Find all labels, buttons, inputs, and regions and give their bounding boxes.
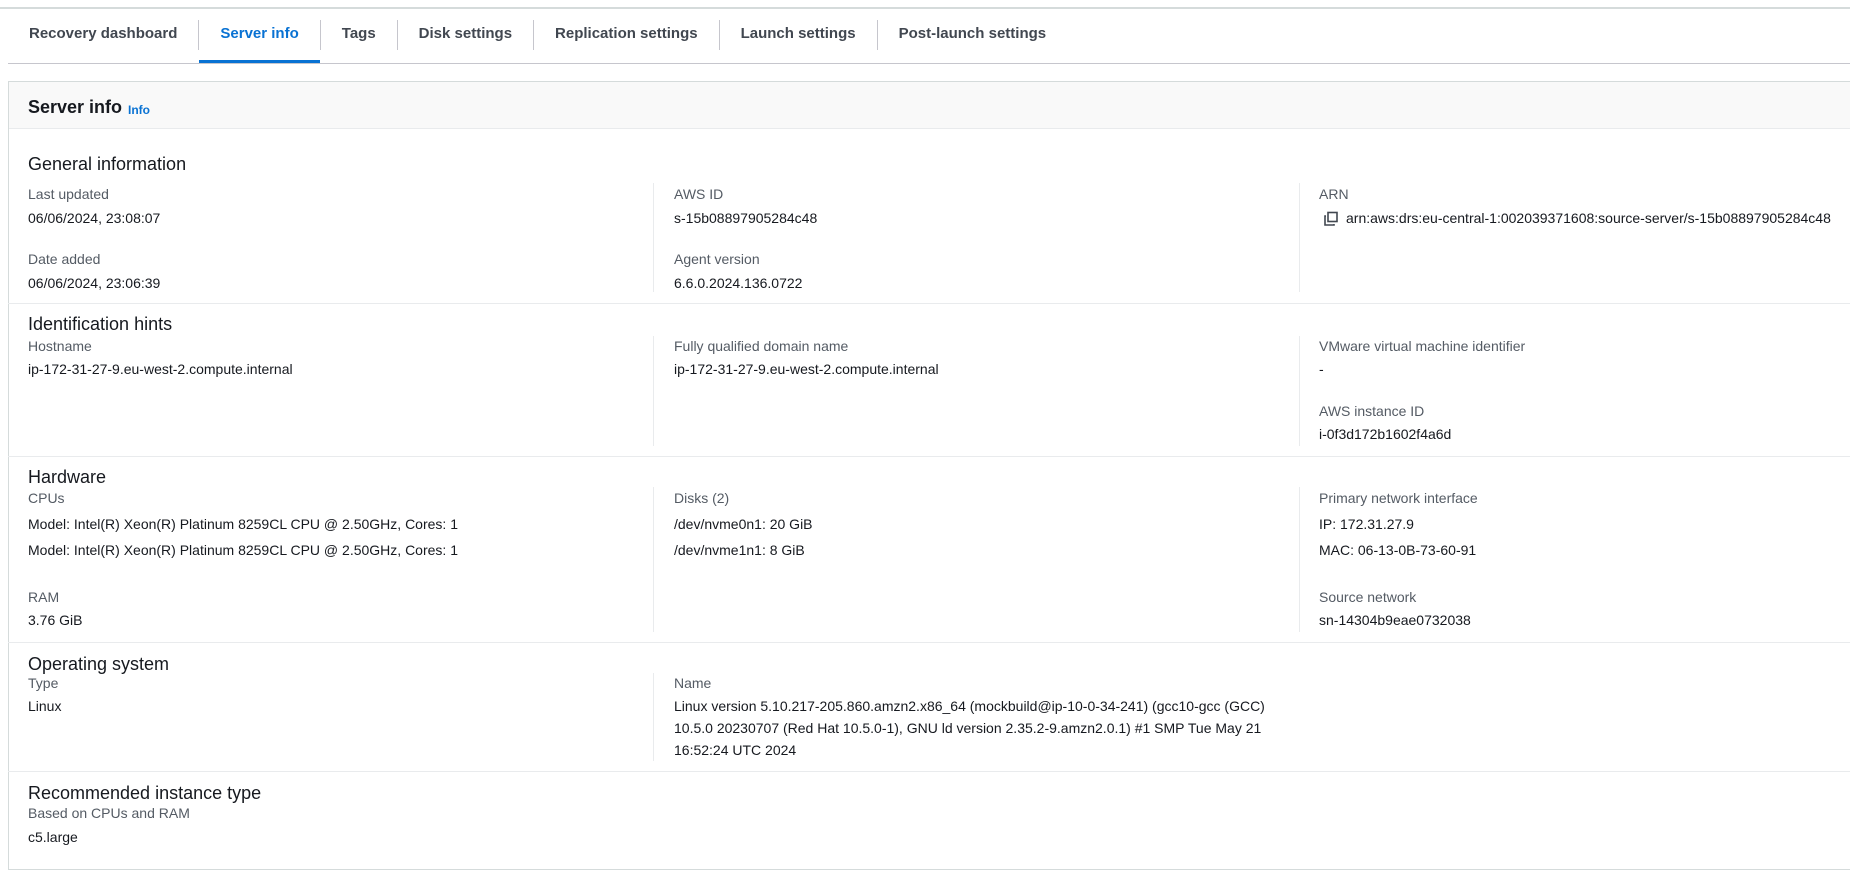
disk-item: /dev/nvme0n1: 20 GiB	[674, 516, 813, 532]
last-updated-label: Last updated	[28, 186, 109, 202]
date-added-value: 06/06/2024, 23:06:39	[28, 275, 161, 291]
tab-tags[interactable]: Tags	[321, 20, 397, 64]
column-divider	[653, 487, 654, 632]
vmware-id-label: VMware virtual machine identifier	[1319, 338, 1526, 354]
recommended-basis-label: Based on CPUs and RAM	[28, 805, 190, 821]
aws-id-label: AWS ID	[674, 186, 724, 202]
tab-post-launch-settings[interactable]: Post-launch settings	[878, 20, 1068, 64]
fqdn-label: Fully qualified domain name	[674, 338, 849, 354]
operating-system-title: Operating system	[28, 654, 170, 674]
general-information-title: General information	[28, 154, 187, 174]
aws-instance-id-value: i-0f3d172b1602f4a6d	[1319, 426, 1452, 442]
fqdn-value: ip-172-31-27-9.eu-west-2.compute.interna…	[674, 361, 939, 377]
column-divider	[653, 183, 654, 292]
info-link[interactable]: Info	[128, 103, 150, 117]
date-added-label: Date added	[28, 251, 101, 267]
top-border	[0, 7, 1850, 9]
vmware-id-value: -	[1319, 361, 1324, 377]
hardware-title: Hardware	[28, 467, 107, 487]
column-divider	[1299, 183, 1300, 292]
tab-bar: Recovery dashboard Server info Tags Disk…	[8, 20, 1067, 64]
cpu-model: Model: Intel(R) Xeon(R) Platinum 8259CL …	[28, 542, 458, 558]
copy-icon[interactable]	[1323, 211, 1339, 227]
cpus-label: CPUs	[28, 490, 65, 506]
section-divider	[8, 456, 1850, 457]
hostname-value: ip-172-31-27-9.eu-west-2.compute.interna…	[28, 361, 293, 377]
column-divider	[1299, 336, 1300, 446]
os-type-value: Linux	[28, 698, 62, 714]
agent-version-value: 6.6.0.2024.136.0722	[674, 275, 803, 291]
source-network-value: sn-14304b9eae0732038	[1319, 612, 1471, 628]
tabs-underline	[8, 63, 1850, 64]
column-divider	[653, 336, 654, 446]
recommended-instance-title: Recommended instance type	[28, 783, 262, 803]
tab-replication-settings[interactable]: Replication settings	[534, 20, 719, 64]
os-name-label: Name	[674, 675, 712, 691]
section-divider	[8, 303, 1850, 304]
disk-item: /dev/nvme1n1: 8 GiB	[674, 542, 805, 558]
column-divider	[1299, 487, 1300, 632]
agent-version-label: Agent version	[674, 251, 760, 267]
section-divider	[8, 642, 1850, 643]
hostname-label: Hostname	[28, 338, 92, 354]
aws-instance-id-label: AWS instance ID	[1319, 403, 1425, 419]
ram-value: 3.76 GiB	[28, 612, 83, 628]
last-updated-value: 06/06/2024, 23:08:07	[28, 210, 161, 226]
nic-ip-value: IP: 172.31.27.9	[1319, 516, 1414, 532]
tab-disk-settings[interactable]: Disk settings	[398, 20, 533, 64]
ram-label: RAM	[28, 589, 60, 605]
os-name-line: Linux version 5.10.217-205.860.amzn2.x86…	[674, 698, 1265, 714]
primary-nic-label: Primary network interface	[1319, 490, 1478, 506]
container-header: Server info Info	[9, 82, 1850, 129]
os-type-label: Type	[28, 675, 59, 691]
tab-server-info[interactable]: Server info	[199, 20, 321, 64]
identification-hints-title: Identification hints	[28, 314, 173, 334]
tab-launch-settings[interactable]: Launch settings	[720, 20, 877, 64]
arn-label: ARN	[1319, 186, 1349, 202]
server-info-container: Server info Info	[8, 81, 1850, 870]
container-title: Server info	[28, 97, 123, 117]
os-name-line: 10.5.0 20230707 (Red Hat 10.5.0-1), GNU …	[674, 720, 1262, 736]
os-name-line: 16:52:24 UTC 2024	[674, 742, 797, 758]
column-divider	[653, 673, 654, 761]
cpu-model: Model: Intel(R) Xeon(R) Platinum 8259CL …	[28, 516, 458, 532]
aws-id-value: s-15b08897905284c48	[674, 210, 818, 226]
section-divider	[8, 771, 1850, 772]
recommended-instance-value: c5.large	[28, 829, 78, 845]
arn-value: arn:aws:drs:eu-central-1:002039371608:so…	[1346, 210, 1831, 226]
source-network-label: Source network	[1319, 589, 1417, 605]
tab-recovery-dashboard[interactable]: Recovery dashboard	[8, 20, 198, 64]
disks-label: Disks (2)	[674, 490, 730, 506]
nic-mac-value: MAC: 06-13-0B-73-60-91	[1319, 542, 1477, 558]
